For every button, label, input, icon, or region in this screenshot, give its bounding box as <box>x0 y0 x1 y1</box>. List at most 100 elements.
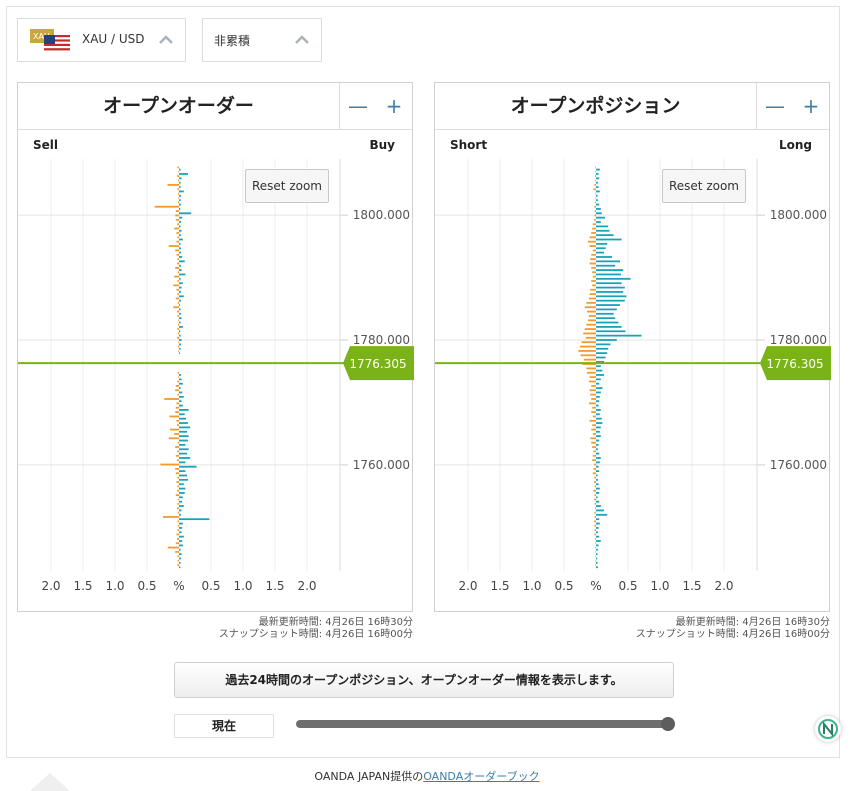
buy-bar <box>596 299 625 302</box>
now-button[interactable]: 現在 <box>174 714 274 738</box>
buy-bar <box>179 247 181 250</box>
sell-bar <box>586 301 596 304</box>
sell-bar <box>175 446 179 448</box>
sell-bar <box>583 358 596 361</box>
buy-bar <box>179 221 181 223</box>
sell-bar <box>173 284 179 287</box>
sell-bar <box>589 389 596 392</box>
buy-bar <box>179 382 183 385</box>
sell-bar <box>167 546 179 549</box>
oanda-logo-icon[interactable] <box>815 716 841 742</box>
buy-bar <box>596 256 612 258</box>
buy-bar <box>179 177 182 180</box>
buy-bar <box>596 347 609 350</box>
sell-bar <box>589 245 596 247</box>
sell-bar <box>589 262 596 265</box>
buy-bar <box>179 312 181 315</box>
sell-bar <box>175 468 179 470</box>
sell-bar <box>177 424 179 427</box>
buy-bar <box>179 513 181 516</box>
buy-bar <box>596 273 621 276</box>
buy-bar <box>179 352 180 355</box>
sell-bar <box>586 367 596 370</box>
reset-zoom-button[interactable]: Reset zoom <box>245 169 329 203</box>
instrument-label: XAU / USD <box>82 32 145 46</box>
sell-bar <box>594 214 596 217</box>
sell-bar <box>595 542 596 545</box>
sell-bar <box>177 511 179 514</box>
buy-bar <box>596 470 600 472</box>
sell-bar <box>175 266 179 269</box>
sell-bar <box>592 284 596 287</box>
buy-bar <box>596 400 600 403</box>
sell-bar <box>178 323 179 326</box>
sell-bar <box>175 297 179 300</box>
sell-bar <box>592 459 596 462</box>
chevron-up-icon <box>295 35 309 44</box>
buy-bar <box>179 343 181 346</box>
buy-bar <box>596 426 601 429</box>
mode-selector[interactable]: 非累積 <box>202 18 322 62</box>
buy-bar <box>179 561 181 564</box>
buy-bar <box>596 321 619 324</box>
sell-bar <box>594 529 596 531</box>
sell-bar <box>585 336 596 339</box>
sell-bar <box>177 450 179 453</box>
sell-bar <box>177 328 179 330</box>
sell-bar <box>594 218 596 221</box>
sell-bar <box>177 336 179 339</box>
x-tick-label: 0.5 <box>137 579 156 593</box>
sell-bar <box>178 192 179 195</box>
buy-bar <box>596 387 603 389</box>
buy-bar <box>179 448 189 451</box>
buy-bar <box>596 295 627 298</box>
buy-bar <box>596 282 622 285</box>
reset-zoom-button[interactable]: Reset zoom <box>662 169 746 203</box>
buy-bar <box>179 295 184 298</box>
buy-bar <box>179 522 183 525</box>
buy-bar <box>596 391 601 394</box>
sell-bar <box>592 249 596 252</box>
buy-bar <box>596 173 599 175</box>
sell-bar <box>177 166 179 169</box>
buy-bar <box>179 326 183 328</box>
buy-bar <box>596 443 599 446</box>
sell-bar <box>177 271 179 274</box>
x-tick-label: 2.0 <box>458 579 477 593</box>
buy-bar <box>179 566 181 569</box>
buy-bar <box>179 317 182 320</box>
us-flag-icon: XAU <box>30 29 70 53</box>
x-tick-label: 1.0 <box>233 579 252 593</box>
buy-bar <box>179 540 183 542</box>
time-slider-handle[interactable] <box>661 717 675 731</box>
show-24h-history-button[interactable]: 過去24時間のオープンポジション、オープンオーダー情報を表示します。 <box>174 662 674 698</box>
buy-bar <box>179 535 184 538</box>
buy-bar <box>179 452 187 455</box>
buy-bar <box>596 492 600 494</box>
sell-bar <box>589 236 596 239</box>
buy-bar <box>179 260 185 263</box>
buy-bar <box>596 553 598 556</box>
sell-bar <box>584 328 596 330</box>
buy-bar <box>596 395 600 398</box>
buy-bar <box>179 478 188 481</box>
buy-bar <box>179 216 183 219</box>
buy-bar <box>596 317 616 320</box>
sell-bar <box>177 371 179 374</box>
sell-bar <box>591 266 596 269</box>
buy-bar <box>179 277 181 280</box>
sell-bar <box>176 288 179 291</box>
orderbook-link[interactable]: OANDAオーダーブック <box>423 770 539 783</box>
sell-bar <box>177 441 179 444</box>
instrument-selector[interactable]: XAU XAU / USD <box>17 18 186 62</box>
buy-bar <box>596 557 598 560</box>
sell-bar <box>591 232 596 234</box>
buy-bar <box>179 194 181 197</box>
buy-bar <box>596 448 598 451</box>
x-tick-label: 0.5 <box>618 579 637 593</box>
buy-bar <box>596 251 604 254</box>
time-slider[interactable] <box>296 717 675 731</box>
sell-bar <box>595 170 596 173</box>
buy-bar <box>179 234 181 237</box>
sell-bar <box>586 323 596 326</box>
